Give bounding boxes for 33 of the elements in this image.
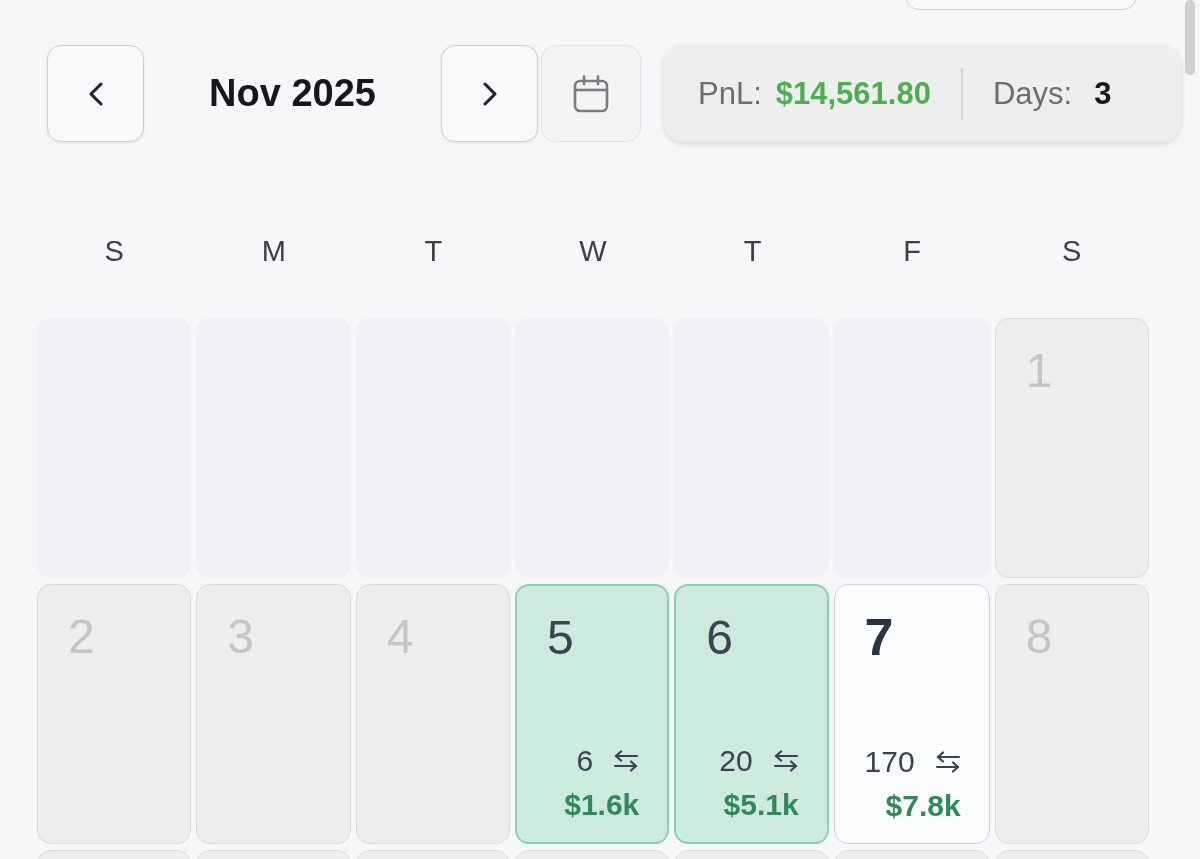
day-cell[interactable]: 5 6 $1.6k <box>514 584 670 844</box>
trade-count: 6 <box>576 743 594 779</box>
chevron-left-icon <box>88 81 103 106</box>
day-pnl: $1.6k <box>564 787 640 823</box>
weekday-label: T <box>743 234 762 269</box>
trade-count: 170 <box>864 744 915 780</box>
trade-count: 20 <box>719 743 753 779</box>
chevron-right-icon <box>482 81 497 106</box>
swap-arrows-icon <box>772 750 799 772</box>
calendar-icon <box>573 74 609 113</box>
day-number: 5 <box>546 610 574 666</box>
swap-arrows-icon <box>613 750 640 772</box>
day-cell[interactable]: 7 170 $7.8k <box>833 584 990 844</box>
day-cell[interactable]: 6 20 $5.1k <box>674 584 829 844</box>
scrollbar-thumb[interactable] <box>1185 0 1195 75</box>
weekday-label: F <box>903 234 921 269</box>
pnl-label: PnL: <box>698 75 762 112</box>
day-number: 7 <box>864 609 894 665</box>
weekday-label: W <box>579 234 607 269</box>
days-label: Days: <box>992 75 1073 112</box>
weekday-label: S <box>104 234 124 269</box>
weekday-label: S <box>1062 234 1082 269</box>
month-title: Nov 2025 <box>209 72 376 115</box>
pnl-value: $14,561.80 <box>775 75 931 112</box>
days-value: 3 <box>1094 75 1112 112</box>
weekday-label: T <box>424 234 443 269</box>
day-pnl: $5.1k <box>723 787 799 823</box>
swap-arrows-icon <box>934 751 961 773</box>
day-pnl: $7.8k <box>885 788 961 824</box>
calendar-button[interactable] <box>541 45 641 142</box>
day-number: 6 <box>706 610 733 666</box>
weekday-label: M <box>261 234 286 269</box>
previous-month-button[interactable] <box>47 45 144 142</box>
